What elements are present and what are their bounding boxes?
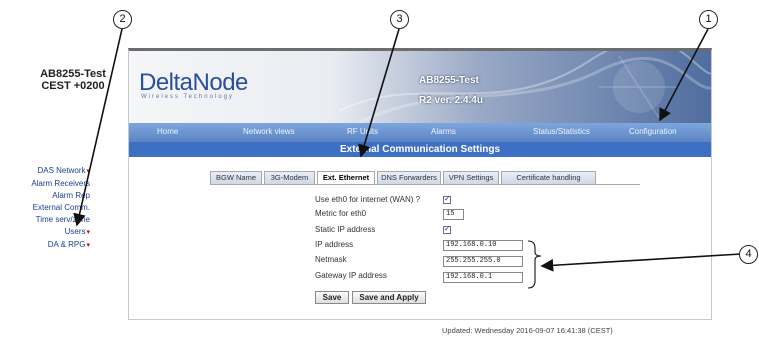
callout-1: 1 <box>699 10 718 29</box>
ip-fields-bracket <box>527 240 542 289</box>
callout-1-arrow <box>659 28 709 122</box>
callout-3-arrow <box>358 28 400 158</box>
callout-2: 2 <box>113 10 132 29</box>
callout-4: 4 <box>739 245 758 264</box>
callout-3: 3 <box>390 10 409 29</box>
callout-2-arrow <box>73 28 123 227</box>
annotation-overlay <box>73 28 742 289</box>
callout-4-arrow <box>540 253 742 272</box>
